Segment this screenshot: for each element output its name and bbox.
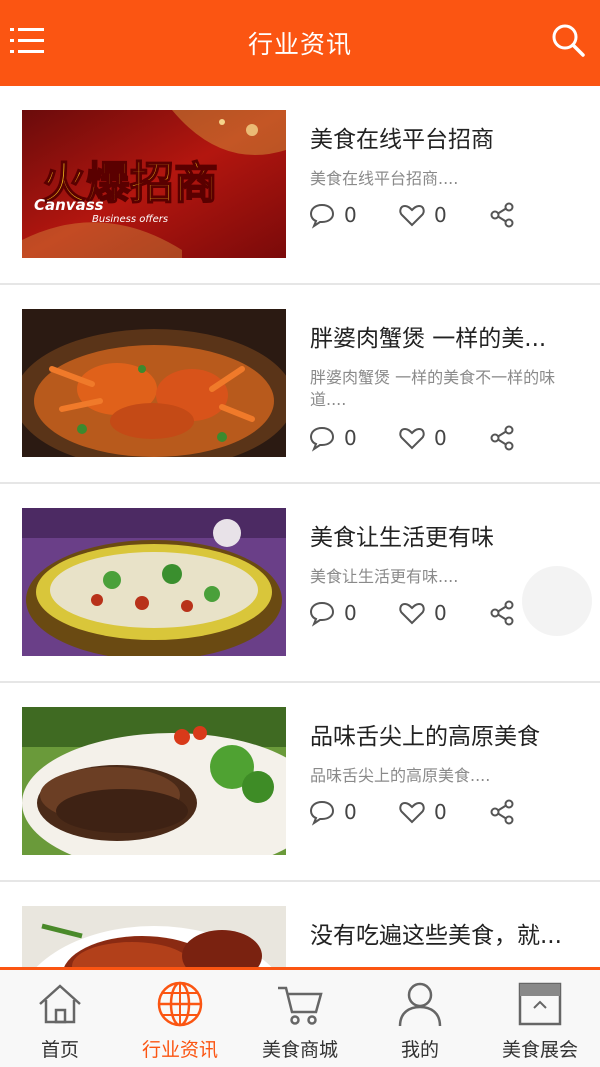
- app-header: 行业资讯: [0, 0, 600, 86]
- tab-food-expo[interactable]: 美食展会: [480, 970, 600, 1067]
- like-button[interactable]: 0: [398, 596, 447, 630]
- like-button[interactable]: 0: [398, 795, 447, 829]
- article-title: 美食让生活更有味: [310, 525, 494, 551]
- comment-icon: [309, 203, 335, 229]
- comment-button[interactable]: 0: [308, 795, 357, 829]
- like-count: 0: [434, 203, 447, 227]
- page-title: 行业资讯: [247, 30, 352, 59]
- heart-icon: [399, 801, 425, 824]
- article-summary: 美食在线平台招商....: [310, 169, 459, 188]
- fish-soup-image: [22, 508, 286, 656]
- menu-icon[interactable]: [10, 25, 46, 57]
- comment-count: 0: [344, 203, 357, 227]
- heart-icon: [399, 204, 425, 227]
- home-icon: [39, 984, 81, 1024]
- share-icon: [490, 425, 514, 451]
- article-title: 美食在线平台招商: [310, 127, 494, 153]
- article-thumbnail: [22, 707, 286, 855]
- tab-food-mall[interactable]: 美食商城: [240, 970, 360, 1067]
- like-button[interactable]: 0: [398, 198, 447, 232]
- tab-label: 美食商城: [261, 1039, 338, 1061]
- user-icon: [398, 982, 442, 1027]
- article-thumbnail: [22, 309, 286, 457]
- share-icon: [490, 600, 514, 626]
- comment-button[interactable]: 0: [308, 421, 357, 455]
- article-thumbnail: 火爆招商 Canvass Business offers: [22, 110, 286, 258]
- heart-icon: [399, 602, 425, 625]
- article-stats: 0 0: [308, 596, 548, 630]
- article-stats: 0 0: [308, 795, 548, 829]
- share-button[interactable]: [488, 596, 516, 630]
- sliced-beef-image: [22, 707, 286, 855]
- search-icon[interactable]: [550, 22, 586, 58]
- like-count: 0: [434, 426, 447, 450]
- share-icon: [490, 202, 514, 228]
- comment-icon: [309, 426, 335, 452]
- comment-count: 0: [344, 426, 357, 450]
- article-summary: 品味舌尖上的高原美食....: [310, 766, 491, 785]
- article-stats: 0 0: [308, 198, 548, 232]
- crab-pot-image: [22, 309, 286, 457]
- tab-industry-news[interactable]: 行业资讯: [120, 970, 240, 1067]
- comment-icon: [309, 800, 335, 826]
- tab-label: 行业资讯: [141, 1039, 218, 1061]
- share-button[interactable]: [488, 795, 516, 829]
- article-item[interactable]: 火爆招商 Canvass Business offers 美食在线平台招商 美食…: [0, 86, 600, 285]
- bottom-tab-bar: 首页 行业资讯 美食商城 我的 美食展会: [0, 967, 600, 1067]
- share-icon: [490, 799, 514, 825]
- banner-sub-text: Canvass: [34, 196, 104, 214]
- tab-label: 我的: [400, 1039, 439, 1061]
- article-list: 火爆招商 Canvass Business offers 美食在线平台招商 美食…: [0, 86, 600, 1067]
- heart-icon: [399, 427, 425, 450]
- tab-label: 首页: [40, 1039, 79, 1061]
- article-stats: 0 0: [308, 421, 548, 455]
- article-item[interactable]: 美食让生活更有味 美食让生活更有味.... 0 0: [0, 484, 600, 683]
- comment-icon: [309, 601, 335, 627]
- cart-icon: [278, 986, 323, 1025]
- globe-icon: [157, 981, 203, 1027]
- tab-label: 美食展会: [501, 1039, 578, 1061]
- article-title: 品味舌尖上的高原美食: [310, 724, 540, 750]
- tab-mine[interactable]: 我的: [360, 970, 480, 1067]
- tab-home[interactable]: 首页: [0, 970, 120, 1067]
- article-summary: 胖婆肉蟹煲 一样的美食不一样的味道....: [310, 368, 556, 409]
- share-button[interactable]: [488, 198, 516, 232]
- article-title: 没有吃遍这些美食，就...: [310, 923, 562, 949]
- comment-count: 0: [344, 800, 357, 824]
- article-item[interactable]: 品味舌尖上的高原美食 品味舌尖上的高原美食.... 0 0: [0, 683, 600, 882]
- article-item[interactable]: 胖婆肉蟹煲 一样的美... 胖婆肉蟹煲 一样的美食不一样的味道.... 0 0: [0, 285, 600, 484]
- article-thumbnail: [22, 508, 286, 656]
- store-icon: [518, 982, 562, 1026]
- comment-count: 0: [344, 601, 357, 625]
- comment-button[interactable]: 0: [308, 596, 357, 630]
- banner-sub-text-2: Business offers: [92, 214, 168, 225]
- banner-image: 火爆招商 Canvass Business offers: [22, 110, 286, 258]
- like-count: 0: [434, 800, 447, 824]
- floating-action-button[interactable]: [522, 566, 592, 636]
- share-button[interactable]: [488, 421, 516, 455]
- like-count: 0: [434, 601, 447, 625]
- like-button[interactable]: 0: [398, 421, 447, 455]
- comment-button[interactable]: 0: [308, 198, 357, 232]
- article-title: 胖婆肉蟹煲 一样的美...: [310, 326, 547, 352]
